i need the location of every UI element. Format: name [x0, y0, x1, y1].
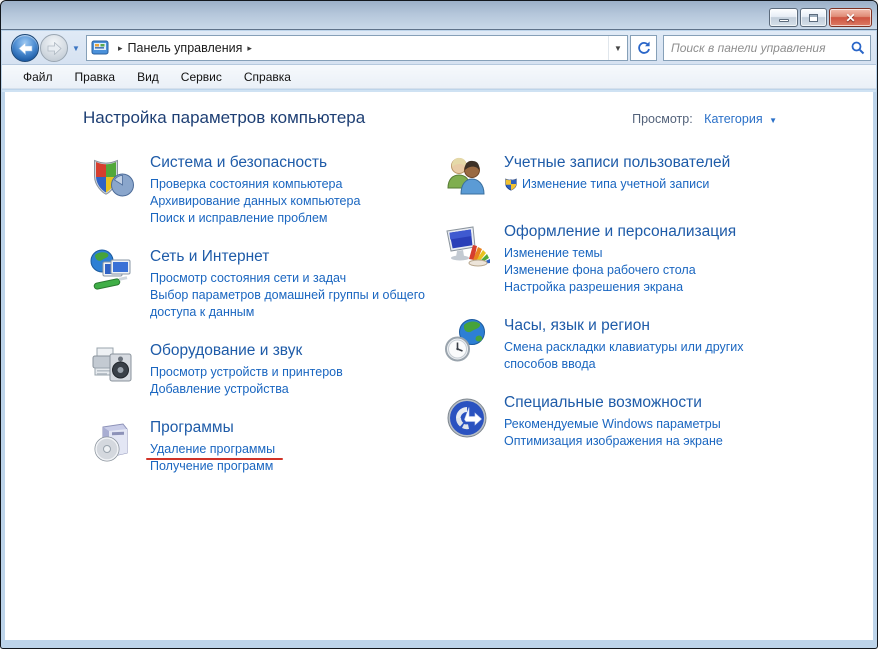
menu-item[interactable]: Сервис	[170, 67, 233, 87]
menu-item[interactable]: Вид	[126, 67, 170, 87]
chevron-down-icon[interactable]: ▼	[769, 116, 777, 125]
navigation-bar: ▼ ▸ Панель управления ▸ ▼	[2, 31, 876, 65]
search-icon[interactable]	[846, 41, 870, 55]
category: Программы Удаление программы Получение пр…	[89, 417, 443, 475]
category-title-link[interactable]: Часы, язык и регион	[504, 317, 756, 335]
maximize-icon	[809, 13, 818, 22]
maximize-button[interactable]	[800, 8, 827, 27]
address-dropdown-button[interactable]: ▼	[608, 36, 627, 60]
category: Система и безопасность Проверка состояни…	[89, 152, 443, 227]
back-button[interactable]	[11, 34, 39, 62]
hardware-sound-icon	[89, 342, 137, 390]
personalization-icon	[443, 223, 491, 271]
category: Оформление и персонализация Изменение те…	[443, 221, 756, 296]
right-column: Учетные записи пользователей Изменение т…	[443, 152, 756, 640]
security-shield-icon	[89, 154, 137, 202]
category-task-link[interactable]: Поиск и исправление проблем	[150, 210, 328, 227]
category-task-link[interactable]: Настройка разрешения экрана	[504, 279, 683, 296]
page-header: Настройка параметров компьютера Просмотр…	[83, 108, 873, 134]
category-title-link[interactable]: Программы	[150, 419, 426, 437]
caption-buttons: ✕	[769, 8, 872, 27]
ease-of-access-icon	[443, 394, 491, 442]
category-title-link[interactable]: Система и безопасность	[150, 154, 426, 172]
category-columns: Система и безопасность Проверка состояни…	[89, 152, 873, 640]
control-panel-icon	[91, 40, 109, 56]
breadcrumb-separator: ▸	[247, 42, 252, 53]
category: Оборудование и звук Просмотр устройств и…	[89, 340, 443, 398]
menubar: Файл Правка Вид Сервис Справка	[2, 65, 876, 89]
category: Часы, язык и регион Смена раскладки клав…	[443, 315, 756, 373]
address-bar[interactable]: ▸ Панель управления ▸ ▼	[86, 35, 628, 61]
category-task-link[interactable]: Рекомендуемые Windows параметры	[504, 416, 721, 433]
category-title-link[interactable]: Учетные записи пользователей	[504, 154, 756, 172]
clock-language-region-icon	[443, 317, 491, 365]
category-task-link[interactable]: Выбор параметров домашней группы и общег…	[150, 287, 426, 321]
uac-shield-icon	[504, 177, 518, 196]
category-title-link[interactable]: Оборудование и звук	[150, 342, 426, 360]
category-task-link[interactable]: Получение программ	[150, 458, 273, 475]
category-title-link[interactable]: Оформление и персонализация	[504, 223, 756, 241]
minimize-button[interactable]	[769, 8, 798, 27]
menu-item[interactable]: Файл	[12, 67, 64, 87]
category: Специальные возможности Рекомендуемые Wi…	[443, 392, 756, 450]
control-panel-window: ✕ ▼ ▸ Панель управления ▸ ▼ Поиск в пане…	[0, 0, 878, 649]
category-task-link[interactable]: Просмотр состояния сети и задач	[150, 270, 346, 287]
view-control: Просмотр: Категория ▼	[632, 112, 777, 126]
view-dropdown[interactable]: Категория	[704, 112, 762, 126]
network-internet-icon	[89, 248, 137, 296]
content-area: Настройка параметров компьютера Просмотр…	[5, 92, 873, 640]
search-box	[663, 35, 871, 61]
category-title-link[interactable]: Сеть и Интернет	[150, 248, 426, 266]
forward-button[interactable]	[40, 34, 68, 62]
left-column: Система и безопасность Проверка состояни…	[89, 152, 443, 640]
recent-pages-chevron[interactable]: ▼	[72, 44, 80, 53]
user-accounts-icon	[443, 154, 491, 202]
category-task-link[interactable]: Архивирование данных компьютера	[150, 193, 360, 210]
category-task-link[interactable]: Просмотр устройств и принтеров	[150, 364, 343, 381]
breadcrumb-separator: ▸	[118, 42, 123, 53]
forward-arrow-icon	[47, 41, 62, 55]
breadcrumb-item[interactable]: Панель управления	[128, 41, 243, 55]
view-label: Просмотр:	[632, 112, 693, 126]
category-task-link[interactable]: Изменение типа учетной записи	[504, 176, 709, 196]
category: Сеть и Интернет Просмотр состояния сети …	[89, 246, 443, 321]
minimize-icon	[778, 19, 789, 22]
category-task-link[interactable]: Удаление программы	[146, 441, 284, 460]
search-input[interactable]	[664, 41, 846, 55]
refresh-button[interactable]	[630, 35, 657, 61]
programs-icon	[89, 419, 137, 467]
category-title-link[interactable]: Специальные возможности	[504, 394, 756, 412]
menu-item[interactable]: Справка	[233, 67, 302, 87]
close-icon: ✕	[845, 10, 856, 25]
category-task-link[interactable]: Изменение фона рабочего стола	[504, 262, 696, 279]
back-arrow-icon	[18, 41, 32, 55]
titlebar[interactable]: ✕	[1, 1, 877, 30]
page-title: Настройка параметров компьютера	[83, 108, 366, 127]
category-task-link[interactable]: Изменение темы	[504, 245, 603, 262]
category-task-link[interactable]: Проверка состояния компьютера	[150, 176, 342, 193]
category-task-link[interactable]: Оптимизация изображения на экране	[504, 433, 723, 450]
category-task-link[interactable]: Смена раскладки клавиатуры или других сп…	[504, 339, 756, 373]
category-task-link[interactable]: Добавление устройства	[150, 381, 289, 398]
menu-item[interactable]: Правка	[64, 67, 127, 87]
close-button[interactable]: ✕	[829, 8, 872, 27]
category: Учетные записи пользователей Изменение т…	[443, 152, 756, 202]
refresh-icon	[637, 41, 650, 54]
